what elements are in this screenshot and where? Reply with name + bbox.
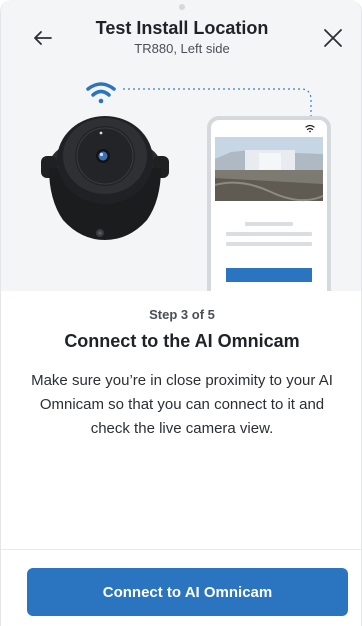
step-indicator: Step 3 of 5 — [149, 307, 215, 322]
connect-button[interactable]: Connect to AI Omnicam — [27, 568, 348, 616]
step-heading: Connect to the AI Omnicam — [64, 331, 300, 351]
arrow-left-icon — [34, 31, 52, 45]
header: Test Install Location TR880, Left side — [1, 0, 361, 60]
close-button[interactable] — [319, 24, 347, 52]
phone-icon — [207, 116, 331, 291]
page-title: Test Install Location — [95, 18, 269, 38]
page-subtitle: TR880, Left side — [134, 41, 230, 56]
back-button[interactable] — [29, 24, 57, 52]
connection-line — [123, 88, 312, 118]
wifi-icon — [86, 82, 116, 104]
close-icon — [324, 29, 342, 47]
bottom-sheet: Test Install Location TR880, Left side S… — [0, 0, 362, 626]
footer: Connect to AI Omnicam — [1, 549, 361, 626]
camera-icon — [41, 116, 169, 240]
step-description: Make sure you’re in close proximity to y… — [31, 372, 333, 437]
connection-illustration — [41, 82, 331, 291]
